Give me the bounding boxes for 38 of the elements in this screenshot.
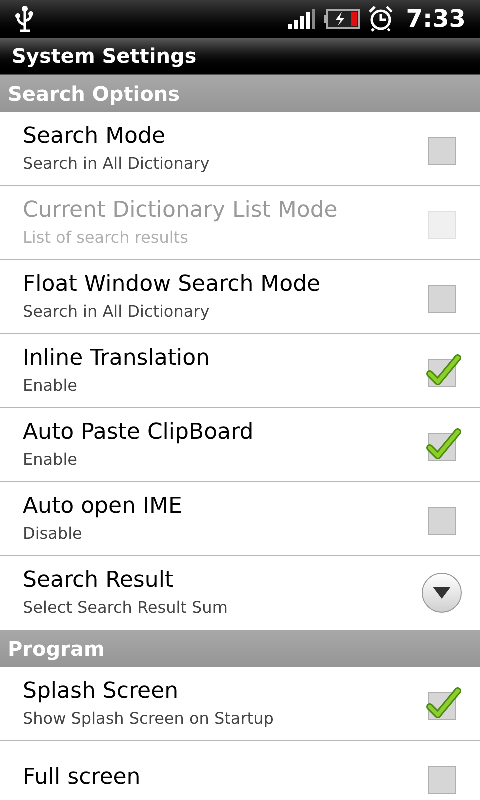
settings-row[interactable]: Splash Screen Show Splash Screen on Startup (0, 667, 480, 741)
settings-row[interactable]: Full screen (0, 741, 480, 800)
setting-title: Float Window Search Mode (23, 270, 322, 298)
setting-summary: Enable (23, 374, 78, 396)
setting-summary: Disable (23, 522, 84, 544)
setting-title: Auto Paste ClipBoard (23, 418, 255, 446)
setting-title: Current Dictionary List Mode (23, 196, 339, 224)
checkbox[interactable] (424, 426, 462, 462)
screen-title: System Settings (12, 43, 197, 70)
settings-row[interactable]: Search Mode Search in All Dictionary (0, 112, 480, 186)
settings-row[interactable]: Auto open IME Disable (0, 482, 480, 556)
setting-title: Inline Translation (23, 344, 211, 372)
section-header: Program (8, 636, 105, 662)
caret-icon (433, 587, 451, 599)
setting-summary: Search in All Dictionary (23, 300, 211, 322)
setting-summary: List of search results (23, 226, 190, 248)
setting-summary: Search in All Dictionary (23, 152, 211, 174)
setting-summary: Select Search Result Sum (23, 597, 229, 619)
setting-summary: Enable (23, 448, 78, 470)
dropdown-button[interactable] (422, 573, 462, 613)
alarm-clock-icon (368, 6, 394, 32)
setting-title: Auto open IME (23, 492, 184, 520)
checkbox[interactable] (424, 352, 462, 388)
setting-title: Search Mode (23, 122, 167, 150)
settings-row[interactable]: Search Result Select Search Result Sum (0, 556, 480, 630)
checkbox[interactable] (424, 686, 462, 722)
battery-icon (324, 9, 360, 29)
settings-row[interactable]: Inline Translation Enable (0, 334, 480, 408)
setting-title: Splash Screen (23, 678, 180, 706)
setting-summary: Show Splash Screen on Startup (23, 708, 275, 730)
setting-title: Full screen (23, 764, 142, 792)
section-header: Search Options (8, 80, 180, 108)
settings-row[interactable]: Auto Paste ClipBoard Enable (0, 408, 480, 482)
signal-icon (288, 9, 316, 29)
clock-time: 7:33 (406, 4, 466, 35)
settings-row[interactable]: Float Window Search Mode Search in All Dictionary (0, 260, 480, 334)
setting-title: Search Result (23, 567, 175, 595)
usb-icon (14, 5, 36, 33)
